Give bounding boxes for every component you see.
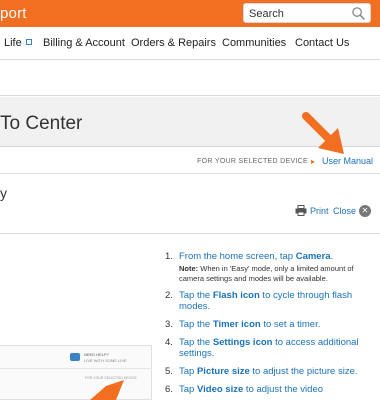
close-link[interactable]: Close [333,206,356,216]
brand-title[interactable]: port [0,5,27,22]
device-label: FOR YOUR SELECTED DEVICE [197,158,308,165]
step-item: 3. Tap the Timer icon to set a timer. [165,319,321,330]
search-input[interactable] [249,6,349,21]
instruction-steps: 1. From the home screen, tap Camera. Note… [165,251,377,400]
thumbnail-divider [0,368,152,369]
step-item: 1. From the home screen, tap Camera. Note… [165,251,377,283]
search-box[interactable] [243,3,371,23]
pointer-arrow-icon [302,112,344,154]
thumbnail-text: LIVE WITH SOME LIVE [84,358,127,363]
printer-icon[interactable] [295,205,307,216]
step-note: Note: When in 'Easy' mode, only a limite… [179,264,354,283]
search-icon[interactable] [351,6,366,21]
nav-item-label: Life [4,37,22,49]
content-divider [0,233,380,234]
nav-item-orders[interactable]: Orders & Repairs [131,37,216,49]
close-icon[interactable]: ✕ [359,205,371,217]
nav-item-billing[interactable]: Billing & Account [43,37,125,49]
nav-item-contact[interactable]: Contact Us [295,37,349,49]
step-item: 5. Tap Picture size to adjust the picture… [165,366,358,377]
device-separator-icon: ▸ [311,157,316,166]
thumbnail-arrow-icon [90,380,124,400]
nav-item-communities[interactable]: Communities [222,37,286,49]
print-link[interactable]: Print [310,206,329,216]
external-link-icon [25,39,32,45]
step-item: 2. Tap the Flash icon to cycle through fl… [165,290,353,312]
step-item: 4. Tap the Settings icon to access additi… [165,337,359,359]
step-item: 6. Tap Video size to adjust the video [165,384,324,395]
section-heading: y [0,185,7,201]
thumbnail-text: NEED HELP? [84,352,109,357]
chat-badge-icon [70,353,80,361]
spacer-band [0,60,380,96]
page-title: To Center [0,113,83,134]
nav-item-life[interactable]: Life [4,37,32,49]
top-header-bar: port [0,0,380,27]
main-navigation: Life Billing & Account Orders & Repairs … [0,27,380,60]
